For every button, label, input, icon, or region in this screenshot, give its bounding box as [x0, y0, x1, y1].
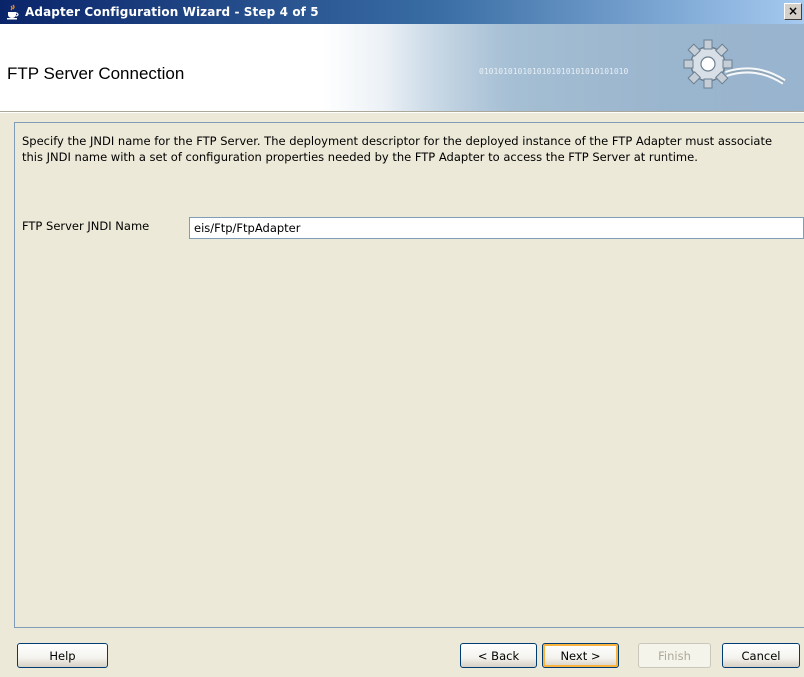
content-panel: Specify the JNDI name for the FTP Server…	[14, 122, 804, 628]
next-button[interactable]: Next >	[542, 643, 619, 668]
title-bar: Adapter Configuration Wizard - Step 4 of…	[0, 0, 804, 24]
page-title: FTP Server Connection	[7, 64, 185, 83]
help-button[interactable]: Help	[17, 643, 108, 668]
window-title: Adapter Configuration Wizard - Step 4 of…	[25, 5, 319, 19]
jndi-name-label: FTP Server JNDI Name	[22, 219, 150, 233]
close-icon: ×	[787, 4, 799, 18]
wizard-banner: FTP Server Connection 010101010101010101…	[0, 24, 804, 111]
gear-plug-icon	[683, 39, 786, 89]
finish-button: Finish	[638, 643, 711, 668]
back-button[interactable]: < Back	[460, 643, 537, 668]
java-cup-icon	[7, 4, 19, 20]
binary-art-text: 0101010101010101010101010101010	[479, 67, 629, 76]
instructions-text: Specify the JNDI name for the FTP Server…	[22, 134, 773, 164]
cancel-button[interactable]: Cancel	[722, 643, 800, 668]
banner-divider	[0, 111, 804, 113]
banner-artwork: 0101010101010101010101010101010	[322, 24, 804, 111]
jndi-name-input[interactable]	[189, 217, 804, 239]
banner-heading-area: FTP Server Connection	[0, 24, 322, 111]
close-button[interactable]: ×	[784, 3, 802, 20]
